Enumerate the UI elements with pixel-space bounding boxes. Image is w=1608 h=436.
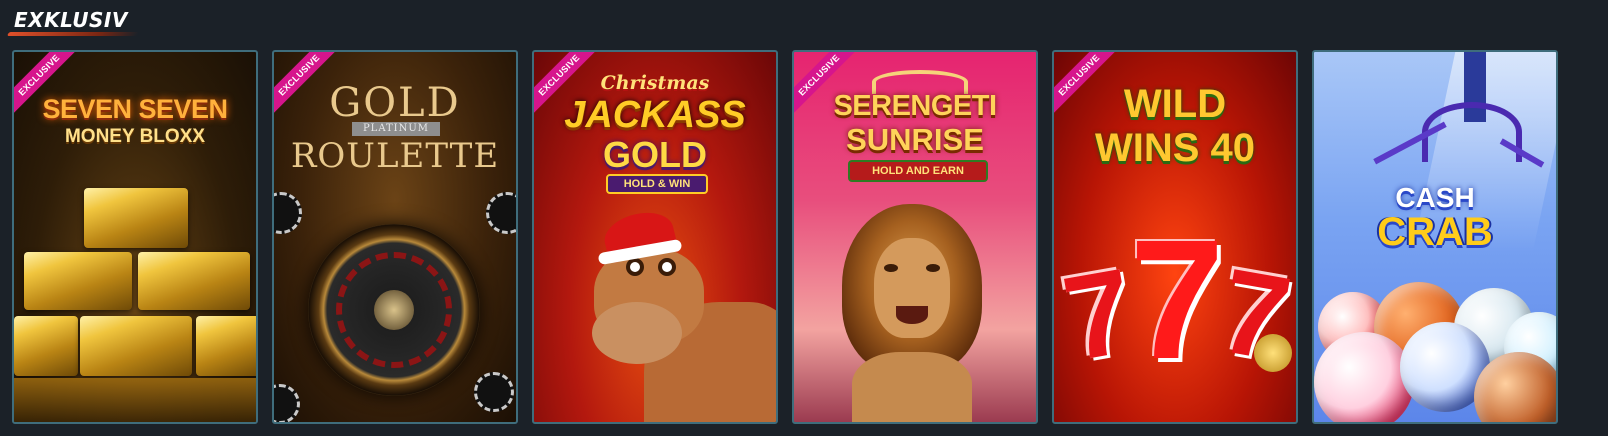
game-logo-line1: SEVEN SEVEN — [42, 94, 228, 124]
game-logo-line1: WILD — [1123, 82, 1227, 126]
game-logo-line2: WINS 40 — [1094, 126, 1256, 170]
hold-and-win-label: HOLD & WIN — [606, 174, 708, 194]
hold-and-earn-label: HOLD AND EARN — [848, 160, 988, 182]
game-card-seven-seven-money-bloxx[interactable]: EXCLUSIVE SEVEN SEVEN MONEY BLOXX — [12, 50, 258, 424]
game-card-cash-crab[interactable]: CASH CRAB — [1312, 50, 1558, 424]
game-logo-line2: SUNRISE — [846, 122, 984, 157]
game-logo-line2: ROULETTE — [290, 136, 500, 176]
game-logo-line2: CRAB — [1377, 210, 1493, 254]
game-logo-line2: GOLD — [603, 134, 707, 175]
game-logo-line1: JACKASS — [564, 94, 746, 136]
game-logo-line2: MONEY BLOXX — [64, 126, 206, 147]
game-card-serengeti-sunrise[interactable]: EXCLUSIVE SERENGETI SUNRISE HOLD AND EAR… — [792, 50, 1038, 424]
platinum-label: PLATINUM — [352, 122, 440, 136]
section-title: EXKLUSIV — [14, 8, 128, 32]
game-logo-line1: SERENGETI — [833, 90, 997, 122]
game-card-gold-roulette[interactable]: EXCLUSIVE GOLD PLATINUM ROULETTE — [272, 50, 518, 424]
game-logo-line1: GOLD — [329, 80, 461, 126]
game-row: EXCLUSIVE SEVEN SEVEN MONEY BLOXX EXCLUS… — [12, 50, 1602, 428]
game-card-wild-wins-40[interactable]: EXCLUSIVE WILD WINS 40 7 7 7 — [1052, 50, 1298, 424]
game-card-christmas-jackass-gold[interactable]: EXCLUSIVE Christmas JACKASS GOLD HOLD & … — [532, 50, 778, 424]
section-title-underline — [6, 32, 140, 36]
